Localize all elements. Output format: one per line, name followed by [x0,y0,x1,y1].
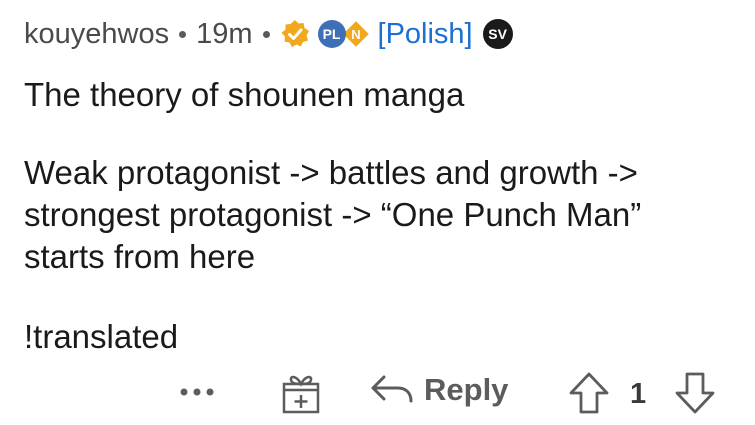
comment-body: Weak protagonist -> battles and growth -… [24,154,642,275]
separator-dot [179,30,187,38]
reply-arrow-icon [371,375,413,403]
user-flair: PL N [317,20,370,48]
comment-title-line: The theory of shounen manga [24,76,465,113]
upvote-button[interactable] [566,370,612,416]
flair-pl-badge: PL [317,20,346,48]
flair-text: [Polish] [377,17,473,50]
sv-badge: SV [482,19,513,49]
comment-footer-line: !translated [24,318,179,355]
reply-label: Reply [424,372,509,407]
gift-icon [282,375,320,414]
more-options-button[interactable] [178,378,224,398]
upvote-arrow-icon [569,372,609,414]
comment: kouyehwos 19m PL N [Polish] SV The theor… [0,0,755,425]
comment-actions: Reply 1 [0,370,755,420]
reply-button[interactable]: Reply [370,372,508,408]
svg-text:N: N [351,27,360,42]
downvote-button[interactable] [672,370,718,416]
n-diamond-icon: N [342,21,369,47]
downvote-arrow-icon [675,372,715,414]
comment-age[interactable]: 19m [196,18,252,51]
separator-dot [262,30,270,38]
author-name[interactable]: kouyehwos [24,18,169,51]
verified-icon [281,20,309,47]
vote-count: 1 [630,378,647,410]
comment-header: kouyehwos 19m PL N [Polish] SV [24,14,513,54]
more-icon [180,388,214,396]
award-button[interactable] [278,370,324,416]
